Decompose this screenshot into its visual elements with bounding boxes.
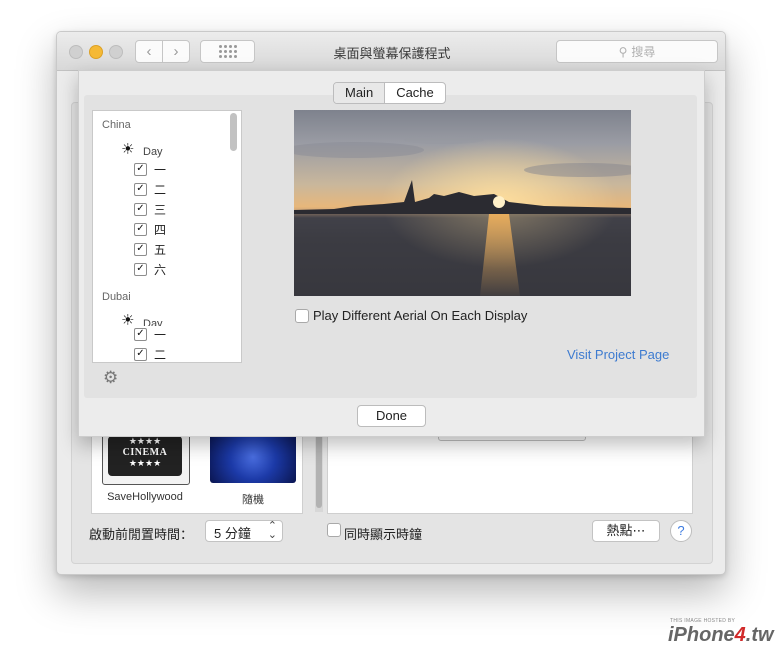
sun-icon: ☀: [121, 141, 135, 158]
screensaver-list[interactable]: ★★★★ CINEMA ★★★★ SaveHollywood 隨機: [91, 428, 303, 514]
start-after-select[interactable]: 5 分鐘 ⌃ ⌄: [205, 520, 283, 542]
show-clock-checkbox[interactable]: [327, 523, 341, 537]
ticket-stars-bottom: ★★★★: [128, 458, 162, 468]
video-label: 五: [154, 243, 167, 257]
bottom-controls: 啟動前閒置時間： 5 分鐘 ⌃ ⌄ 同時顯示時鐘 熱點⋯ ?: [57, 520, 725, 544]
checkbox[interactable]: ✓: [134, 203, 147, 216]
forward-button[interactable]: ›: [162, 40, 190, 63]
chevron-right-icon: ›: [173, 43, 179, 60]
start-after-label: 啟動前閒置時間：: [89, 527, 194, 542]
back-button[interactable]: ‹: [135, 40, 163, 63]
aerial-options-sheet: Main Cache China ☀ Day ✓ 一 ✓ 二 ✓ 三 ✓ 四 ✓…: [78, 70, 705, 437]
sunrise-icon: ☀: [121, 312, 135, 329]
random-label: 隨機: [242, 494, 264, 506]
done-button[interactable]: Done: [357, 405, 426, 427]
cinema-ticket-icon: ★★★★ CINEMA ★★★★: [108, 436, 182, 476]
watermark: THIS IMAGE HOSTED BY iPhone4.tw: [668, 618, 778, 652]
gear-icon[interactable]: ⚙: [103, 368, 118, 388]
show-clock-label: 同時顯示時鐘: [344, 527, 423, 542]
video-label: 二: [154, 183, 167, 197]
help-button[interactable]: ?: [670, 520, 692, 542]
hot-corners-button[interactable]: 熱點⋯: [592, 520, 660, 542]
updown-chevron-icon: ⌃ ⌄: [267, 520, 277, 541]
checkbox[interactable]: ✓: [134, 163, 147, 176]
video-label: 三: [154, 203, 167, 217]
checkbox[interactable]: ✓: [134, 348, 147, 361]
aerial-preview-image: [294, 110, 631, 296]
start-after-value: 5 分鐘: [214, 526, 251, 541]
tab-main[interactable]: Main: [334, 83, 386, 103]
close-button[interactable]: [69, 45, 83, 59]
checkbox[interactable]: ✓: [134, 243, 147, 256]
video-label: 一: [154, 163, 167, 177]
savehollywood-thumbnail[interactable]: ★★★★ CINEMA ★★★★: [102, 431, 190, 485]
window-title: 桌面與螢幕保護程式: [333, 46, 451, 61]
title-bar: ‹ › 桌面與螢幕保護程式 ⚲ 搜尋: [57, 32, 725, 71]
tab-cache[interactable]: Cache: [385, 83, 445, 103]
ticket-stars-top: ★★★★: [128, 436, 162, 446]
city-china: China: [102, 119, 131, 131]
brand-part: .tw: [745, 624, 774, 646]
grid-icon: [218, 45, 237, 58]
play-different-label: Play Different Aerial On Each Display: [313, 308, 528, 323]
time-day: Day: [143, 318, 163, 326]
brand-part: 4: [734, 624, 746, 646]
random-thumbnail[interactable]: [210, 431, 296, 483]
tab-control[interactable]: Main Cache: [333, 82, 446, 104]
search-input[interactable]: ⚲ 搜尋: [556, 40, 718, 63]
tree-scrollbar[interactable]: [230, 113, 237, 151]
show-all-button[interactable]: [200, 40, 255, 63]
checkbox[interactable]: ✓: [134, 223, 147, 236]
ticket-word: CINEMA: [122, 447, 168, 458]
video-tree[interactable]: China ☀ Day ✓ 一 ✓ 二 ✓ 三 ✓ 四 ✓ 五 ✓ 六 Duba…: [92, 110, 242, 363]
list-scrollbar[interactable]: [315, 428, 323, 512]
city-dubai: Dubai: [102, 291, 131, 303]
search-icon: ⚲: [618, 44, 628, 59]
visit-project-link[interactable]: Visit Project Page: [567, 347, 669, 362]
savehollywood-label: SaveHollywood: [107, 491, 183, 503]
chevron-left-icon: ‹: [146, 43, 152, 60]
minimize-button[interactable]: [89, 45, 103, 59]
video-label: 一: [154, 328, 167, 342]
search-placeholder: 搜尋: [631, 45, 656, 59]
checkbox[interactable]: ✓: [134, 263, 147, 276]
video-label: 四: [154, 223, 167, 237]
play-different-checkbox[interactable]: [295, 309, 309, 323]
video-label: 六: [154, 263, 167, 277]
brand-part: iPhone: [668, 624, 735, 646]
checkbox[interactable]: ✓: [134, 183, 147, 196]
time-day: Day: [143, 146, 163, 158]
watermark-logo: iPhone4.tw: [668, 624, 774, 647]
video-label: 二: [154, 348, 167, 362]
scrollbar-thumb[interactable]: [316, 430, 322, 508]
zoom-button[interactable]: [109, 45, 123, 59]
checkbox[interactable]: ✓: [134, 328, 147, 341]
preview-panel: 螢幕保護程式選項: [327, 425, 693, 514]
